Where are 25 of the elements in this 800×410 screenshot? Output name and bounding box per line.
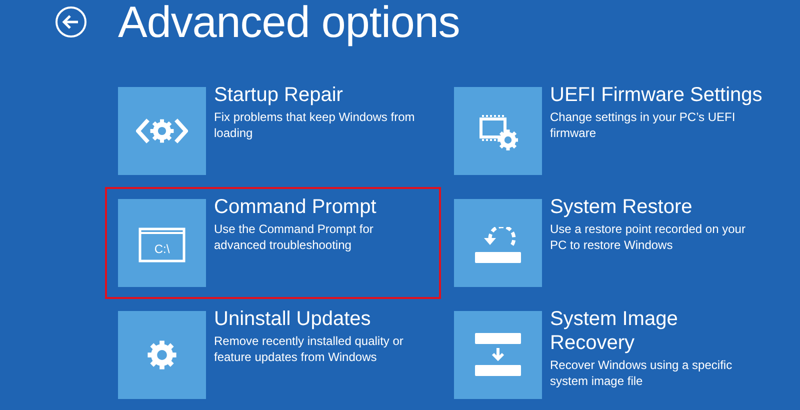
repair-icon [136,117,188,145]
gear-icon [147,340,177,370]
page-title: Advanced options [118,0,460,46]
option-title[interactable]: Startup Repair [214,83,428,107]
option-description: Recover Windows using a specific system image file [550,357,734,389]
option-tile[interactable] [454,311,542,399]
option-title[interactable]: Uninstall Updates [214,307,428,331]
back-icon[interactable] [55,6,87,38]
option-tile[interactable] [454,87,542,175]
drive-arrow-icon [474,332,522,377]
option-tile[interactable] [454,199,542,287]
option-tile[interactable] [118,87,206,175]
option-title[interactable]: Command Prompt [214,195,428,219]
restore-icon [475,227,522,264]
chip-gear-icon [479,114,518,151]
console-icon: C:\ [138,227,186,263]
option-tile[interactable] [118,311,206,399]
option-title[interactable]: System Image Recovery [550,307,764,355]
option-description: Use a restore point recorded on your PC to restore Windows [550,221,746,253]
option-description: Use the Command Prompt for advanced troubleshooting [214,221,374,253]
option-description: Remove recently installed quality or feature updates from Windows [214,333,404,365]
option-title[interactable]: UEFI Firmware Settings [550,83,764,107]
option-description: Fix problems that keep Windows from loading [214,109,416,141]
option-description: Change settings in your PC’s UEFI firmware [550,109,736,141]
option-title[interactable]: System Restore [550,195,764,219]
